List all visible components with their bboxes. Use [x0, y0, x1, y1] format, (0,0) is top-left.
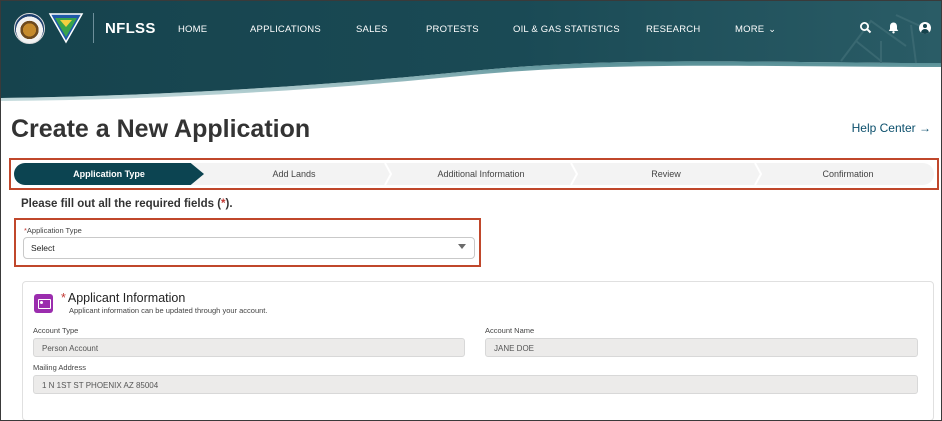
mailing-address-label: Mailing Address: [33, 363, 86, 372]
nav-protests[interactable]: PROTESTS: [426, 24, 479, 35]
path-step-application-type[interactable]: Application Type: [14, 163, 204, 185]
app-window: NFLSS HOME APPLICATIONS SALES PROTESTS O…: [0, 0, 942, 421]
nav-research[interactable]: RESEARCH: [646, 24, 700, 35]
bell-icon[interactable]: [887, 21, 900, 34]
dropdown-caret-icon: [458, 244, 466, 249]
applicant-information-card: * Applicant Information Applicant informa…: [22, 281, 934, 420]
top-navigation-bar: NFLSS HOME APPLICATIONS SALES PROTESTS O…: [1, 1, 941, 101]
account-type-label: Account Type: [33, 326, 79, 335]
application-type-label: *Application Type: [24, 226, 82, 235]
application-path-highlight: Application Type Add Lands Additional In…: [9, 158, 939, 190]
nav-home[interactable]: HOME: [178, 24, 207, 35]
mailing-address-value: 1 N 1ST ST PHOENIX AZ 85004: [42, 381, 159, 390]
account-type-field: Person Account: [33, 338, 465, 357]
required-fields-instructions: Please fill out all the required fields …: [21, 198, 233, 210]
header-background: [1, 1, 941, 101]
path-step-confirmation[interactable]: Confirmation: [762, 163, 934, 185]
application-path: Application Type Add Lands Additional In…: [14, 163, 934, 185]
nav-applications[interactable]: APPLICATIONS: [250, 24, 321, 35]
account-type-value: Person Account: [42, 344, 99, 353]
applicant-information-title-text: Applicant Information: [67, 291, 186, 305]
instructions-text: Please fill out all the required fields …: [21, 198, 222, 210]
chevron-down-icon: ⌄: [768, 24, 777, 34]
application-type-highlight: *Application Type Select: [14, 218, 481, 267]
contact-card-icon: [34, 294, 53, 313]
application-type-value: Select: [31, 243, 55, 253]
application-type-select[interactable]: Select: [23, 237, 475, 259]
header-divider: [93, 13, 94, 43]
applicant-information-title: * Applicant Information: [61, 291, 185, 305]
user-avatar-icon[interactable]: [919, 22, 931, 34]
account-name-value: JANE DOE: [494, 344, 535, 353]
account-name-label: Account Name: [485, 326, 535, 335]
path-step-additional-information[interactable]: Additional Information: [392, 163, 570, 185]
help-center-link[interactable]: Help Center →: [852, 121, 931, 135]
path-step-review[interactable]: Review: [578, 163, 754, 185]
path-separator: [384, 163, 392, 185]
page-title: Create a New Application: [11, 115, 311, 143]
path-separator: [754, 163, 762, 185]
bureau-logo[interactable]: [48, 12, 84, 44]
path-step-add-lands[interactable]: Add Lands: [204, 163, 384, 185]
instructions-text-end: ).: [225, 198, 233, 210]
search-icon[interactable]: [859, 21, 872, 34]
application-type-label-text: Application Type: [26, 226, 82, 235]
nav-more[interactable]: MORE ⌄: [735, 24, 776, 35]
mailing-address-field: 1 N 1ST ST PHOENIX AZ 85004: [33, 375, 918, 394]
nav-oil-gas-statistics[interactable]: OIL & GAS STATISTICS: [513, 24, 620, 35]
applicant-information-subtitle: Applicant information can be updated thr…: [69, 306, 268, 315]
nav-more-label: MORE: [735, 24, 765, 35]
brand-name[interactable]: NFLSS: [105, 20, 156, 37]
account-name-field: JANE DOE: [485, 338, 918, 357]
nav-sales[interactable]: SALES: [356, 24, 388, 35]
agency-seal-logo[interactable]: [14, 13, 45, 44]
required-asterisk: *: [61, 291, 66, 305]
path-separator: [570, 163, 578, 185]
